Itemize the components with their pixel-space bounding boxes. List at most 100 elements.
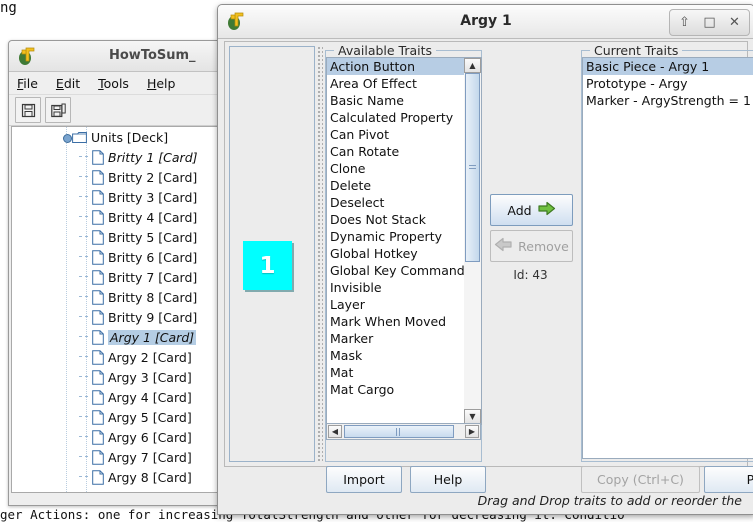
tree-row-root[interactable]: Units [Deck] (12, 127, 219, 147)
tree-row-item[interactable]: Argy 6 [Card] (12, 427, 219, 447)
ok-button[interactable]: OK (347, 515, 432, 516)
vassal-logo-icon (17, 45, 39, 67)
tree-expand-handle[interactable] (63, 134, 72, 143)
available-trait-item[interactable]: Can Pivot (327, 126, 465, 143)
dialog-titlebar[interactable]: Argy 1 ⇧ □ ✕ (218, 5, 753, 39)
available-trait-item[interactable]: Does Not Stack (327, 211, 465, 228)
import-button[interactable]: Import (326, 466, 402, 493)
tree-row-item[interactable]: Britty 8 [Card] (12, 287, 219, 307)
remove-button[interactable]: Remove (490, 230, 573, 262)
scroll-left-arrow[interactable]: ◀ (328, 425, 342, 438)
trait-help-button[interactable]: Help (410, 466, 486, 493)
tree-row-item[interactable]: Britty 6 [Card] (12, 247, 219, 267)
split-pane-divider[interactable] (316, 46, 323, 462)
parent-toolbar[interactable] (9, 95, 222, 126)
tree-row-item[interactable]: Britty 7 [Card] (12, 267, 219, 287)
tree-item-label: Argy 6 [Card] (108, 429, 192, 445)
piece-preview-swatch[interactable]: 1 (243, 241, 292, 290)
available-trait-item[interactable]: Mask (327, 347, 465, 364)
tree-elbow (78, 227, 92, 247)
available-trait-item[interactable]: Mat (327, 364, 465, 381)
parent-window[interactable]: HowToSum_ File Edit Tools Help Units [De… (8, 40, 223, 506)
tree-item-label: Argy 4 [Card] (108, 389, 192, 405)
tree-row-item[interactable]: Britty 1 [Card] (12, 147, 219, 167)
save-button[interactable] (15, 97, 41, 123)
scroll-up-arrow[interactable]: ▲ (464, 58, 481, 73)
available-traits-hscrollbar[interactable]: ◀ ▶ (326, 423, 481, 440)
available-trait-item[interactable]: Clone (327, 160, 465, 177)
cancel-button[interactable]: Cancel (444, 515, 529, 516)
available-trait-item[interactable]: Area Of Effect (327, 75, 465, 92)
menu-file[interactable]: File (15, 75, 40, 92)
available-trait-item[interactable]: Delete (327, 177, 465, 194)
help-button[interactable]: Help (541, 515, 626, 516)
tree-children[interactable]: Britty 1 [Card] Britty 2 [Card] Britty 3 [… (12, 147, 219, 487)
maximize-button[interactable]: □ (697, 12, 722, 33)
menu-help[interactable]: Help (145, 75, 178, 92)
card-icon (92, 469, 104, 485)
tree-row-item[interactable]: Argy 4 [Card] (12, 387, 219, 407)
parent-menubar[interactable]: File Edit Tools Help (9, 72, 222, 95)
vscroll-thumb[interactable] (465, 73, 480, 262)
piece-preview-pane[interactable]: 1 (229, 46, 315, 462)
add-button[interactable]: Add (490, 194, 573, 226)
tree-row-item[interactable]: Britty 2 [Card] (12, 167, 219, 187)
shade-button[interactable]: ⇧ (672, 12, 697, 33)
available-trait-item[interactable]: Basic Name (327, 92, 465, 109)
tree-row-item[interactable]: Argy 2 [Card] (12, 347, 219, 367)
available-trait-item[interactable]: Can Rotate (327, 143, 465, 160)
available-trait-item[interactable]: Invisible (327, 279, 465, 296)
tree-item-label: Britty 5 [Card] (108, 229, 198, 245)
current-trait-item[interactable]: Prototype - Argy (583, 75, 753, 92)
menu-tools[interactable]: Tools (96, 75, 131, 92)
card-icon (92, 429, 104, 445)
tree-item-label: Britty 2 [Card] (108, 169, 198, 185)
tree-row-item[interactable]: Argy 5 [Card] (12, 407, 219, 427)
available-trait-item[interactable]: Deselect (327, 194, 465, 211)
tree-row-item[interactable]: Argy 8 [Card] (12, 467, 219, 487)
tree-elbow (78, 167, 92, 187)
menu-edit[interactable]: Edit (54, 75, 82, 92)
tree-item-label: Argy 5 [Card] (108, 409, 192, 425)
paste-button-label: Paste (746, 472, 753, 487)
tree-row-item[interactable]: Britty 3 [Card] (12, 187, 219, 207)
piece-definition-dialog[interactable]: Argy 1 ⇧ □ ✕ 1 Available Traits Action B… (217, 4, 753, 515)
tree-root-label: Units [Deck] (91, 129, 169, 145)
available-trait-item[interactable]: Action Button (327, 58, 465, 75)
available-trait-item[interactable]: Calculated Property (327, 109, 465, 126)
available-traits-list[interactable]: Action Button Area Of Effect Basic Name Cal… (326, 57, 466, 425)
available-trait-item[interactable]: Global Key Command (327, 262, 465, 279)
tree-elbow (78, 187, 92, 207)
hscroll-thumb[interactable] (344, 425, 454, 438)
parent-tree[interactable]: Units [Deck] Britty 1 [Card] Britty 2 [Ca… (11, 126, 220, 493)
tree-row-item[interactable]: Britty 5 [Card] (12, 227, 219, 247)
current-trait-item[interactable]: Marker - ArgyStrength = 1 (583, 92, 753, 109)
card-icon (92, 389, 104, 405)
window-controls[interactable]: ⇧ □ ✕ (669, 9, 750, 36)
copy-button[interactable]: Copy (Ctrl+C) (581, 466, 700, 493)
parent-titlebar[interactable]: HowToSum_ (9, 41, 222, 72)
paste-button[interactable]: Paste (704, 466, 753, 493)
tree-row-item[interactable]: Britty 9 [Card] (12, 307, 219, 327)
current-traits-list[interactable]: Basic Piece - Argy 1 Prototype - Argy Mark… (582, 57, 753, 459)
vscroll-thumb-grip (469, 164, 476, 171)
save-as-button[interactable] (45, 97, 71, 123)
available-traits-vscrollbar[interactable]: ▲ ▼ (464, 57, 482, 425)
current-trait-item[interactable]: Basic Piece - Argy 1 (583, 58, 753, 75)
available-trait-item[interactable]: Dynamic Property (327, 228, 465, 245)
tree-row-item[interactable]: Argy 7 [Card] (12, 447, 219, 467)
tree-row-item[interactable]: Argy 1 [Card] (12, 327, 219, 347)
tree-row-item[interactable]: Argy 3 [Card] (12, 367, 219, 387)
available-trait-item[interactable]: Global Hotkey (327, 245, 465, 262)
scroll-down-arrow[interactable]: ▼ (464, 409, 481, 424)
available-trait-item[interactable]: Mat Cargo (327, 381, 465, 398)
available-trait-item[interactable]: Mark When Moved (327, 313, 465, 330)
tree-row-item[interactable]: Britty 4 [Card] (12, 207, 219, 227)
available-trait-item[interactable]: Marker (327, 330, 465, 347)
drag-drop-hint: Drag and Drop traits to add or reorder t… (477, 493, 742, 508)
vscroll-track[interactable] (464, 73, 481, 409)
close-button[interactable]: ✕ (722, 12, 747, 33)
available-trait-item[interactable]: Layer (327, 296, 465, 313)
hscroll-thumb-grip (396, 428, 402, 436)
scroll-right-arrow[interactable]: ▶ (465, 425, 479, 438)
